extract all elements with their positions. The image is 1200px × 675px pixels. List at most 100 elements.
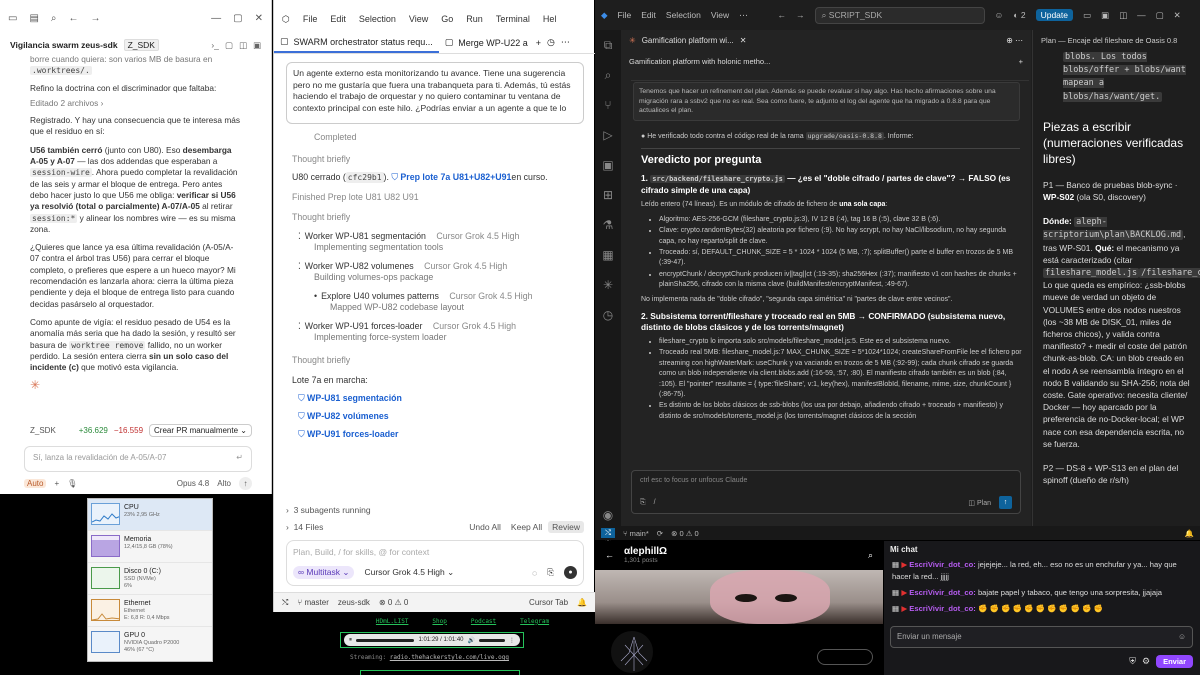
menu-edit[interactable]: Edit: [641, 10, 656, 20]
tm-memory[interactable]: Memoria 12,4/15,8 GB (78%): [88, 531, 212, 563]
history-icon[interactable]: ◷: [547, 37, 555, 48]
shield-icon[interactable]: ⛨: [1129, 656, 1136, 667]
back-icon[interactable]: ←: [778, 10, 787, 20]
menu-edit[interactable]: Edit: [330, 14, 346, 24]
chat-user[interactable]: EscriVivir_dot_co:: [909, 588, 976, 597]
chat-user[interactable]: EscriVivir_dot_co:: [909, 560, 976, 569]
menu-go[interactable]: Go: [441, 14, 453, 24]
keep-all-button[interactable]: Keep All: [511, 522, 542, 532]
explorer-icon[interactable]: ⧉: [595, 30, 621, 60]
stream-url[interactable]: radio.thehackerstyle.com/live.ogg: [390, 654, 509, 661]
menu-file[interactable]: File: [303, 14, 318, 24]
attach-icon[interactable]: ⎘: [640, 499, 646, 507]
prep-link[interactable]: ⛉ Prep lote 7a U81+U82+U91: [391, 172, 511, 183]
files-toggle[interactable]: › 14 Files: [286, 522, 323, 532]
enter-icon[interactable]: ↵: [236, 453, 243, 462]
command-center[interactable]: ⌕ SCRIPT_SDK: [814, 6, 985, 24]
copilot-icon[interactable]: ☺: [995, 10, 1004, 20]
tab-merge[interactable]: ▢ Merge WP-U22 a: [439, 33, 534, 52]
tm-gpu[interactable]: GPU 0 NVIDIA Quadro P2000 46% (67 °C): [88, 627, 212, 659]
docker-icon[interactable]: ▦: [595, 240, 621, 270]
pause-icon[interactable]: ⏸: [349, 637, 352, 644]
lote-item-u81[interactable]: ⛉ WP-U81 segmentación: [292, 389, 588, 407]
more-icon[interactable]: ⋯: [561, 37, 570, 48]
thought-2[interactable]: Thought briefly: [292, 208, 588, 226]
remote-explorer-icon[interactable]: ▣: [595, 150, 621, 180]
source-control-icon[interactable]: ⑂: [595, 90, 621, 120]
forward-icon[interactable]: →: [91, 13, 101, 24]
nav-shop[interactable]: Shop: [432, 618, 446, 625]
menu-run[interactable]: Run: [466, 14, 483, 24]
project-tag[interactable]: Z_SDK: [123, 39, 159, 51]
volume-icon[interactable]: 🔊: [468, 637, 475, 644]
mode-selector[interactable]: ∞ Multitask ⌄: [293, 566, 355, 579]
back-arrow-icon[interactable]: ←: [605, 550, 614, 560]
user-message[interactable]: Un agente externo esta monitorizando tu …: [286, 62, 584, 124]
message-input[interactable]: Sí, lanza la revalidación de A-05/A-07 ↵: [24, 446, 252, 472]
search-icon[interactable]: ⌕: [595, 60, 621, 90]
volume-slider[interactable]: [479, 638, 505, 642]
testing-icon[interactable]: ⚗: [595, 210, 621, 240]
mic-icon[interactable]: 🎙: [67, 479, 77, 488]
undo-all-button[interactable]: Undo All: [469, 522, 501, 532]
cursor-tab-status[interactable]: Cursor Tab: [529, 598, 568, 607]
new-chat-icon[interactable]: +: [536, 38, 541, 48]
menu-selection[interactable]: Selection: [666, 10, 701, 20]
forward-icon[interactable]: →: [796, 10, 805, 20]
search-icon[interactable]: ⌕: [51, 13, 57, 24]
notification-icon[interactable]: 🔔: [1185, 529, 1194, 538]
terminal-icon[interactable]: ›_: [211, 40, 219, 50]
minimize-icon[interactable]: —: [1137, 10, 1146, 20]
menu-help[interactable]: Hel: [543, 14, 557, 24]
sidebar-toggle-icon[interactable]: ▭: [8, 13, 17, 24]
agent-u91[interactable]: ⁚ Worker WP-U91 forces-loader Cursor Grok…: [292, 321, 588, 343]
search-icon[interactable]: ⌕: [868, 550, 873, 561]
timeline-icon[interactable]: ◷: [595, 300, 621, 330]
branch-status[interactable]: ⑂ master: [297, 598, 328, 607]
player-more-icon[interactable]: ⋮: [509, 637, 515, 644]
create-pr-button[interactable]: Crear PR manualmente ⌄: [149, 423, 252, 437]
agent-u40[interactable]: • Explore U40 volumes patterns Cursor Gro…: [292, 291, 588, 313]
nav-podcast[interactable]: Podcast: [471, 618, 496, 625]
bell-icon[interactable]: 🔔: [577, 598, 587, 607]
finished-line[interactable]: Finished Prep lote U81 U82 U91: [292, 188, 588, 206]
workspace-status[interactable]: zeus-sdk: [338, 598, 370, 607]
tm-ethernet[interactable]: Ethernet Ethernet E: 6,8 R: 0,4 Mbps: [88, 595, 212, 627]
agent-u82[interactable]: ⁚ Worker WP-U82 volumenes Cursor Grok 4.5…: [292, 261, 588, 283]
tab-swarm[interactable]: ▢ SWARM orchestrator status requ...: [274, 32, 439, 53]
agent-u81[interactable]: ⁚ Worker WP-U81 segmentación Cursor Grok …: [292, 231, 588, 253]
nav-list[interactable]: HDmL.LIST: [376, 618, 409, 625]
effort-selector[interactable]: Alto: [217, 479, 231, 488]
layout-icon[interactable]: ▣: [253, 40, 261, 51]
chat-user[interactable]: EscriVivir_dot_co:: [909, 604, 976, 613]
edited-files[interactable]: Editado 2 archivos ›: [30, 98, 241, 109]
profile-avatar[interactable]: [609, 629, 655, 675]
sidebar-icon[interactable]: ▤: [29, 13, 38, 24]
sync-icon[interactable]: ⟳: [657, 529, 663, 538]
panel-actions-icon[interactable]: ⊕ ⋯: [1006, 36, 1023, 45]
plan-tab[interactable]: Plan — Encaje del fileshare de Oasis 0.8: [1033, 30, 1200, 50]
tm-cpu[interactable]: CPU 23% 2,95 GHz: [88, 499, 212, 531]
review-button[interactable]: Review: [548, 521, 584, 533]
split-icon[interactable]: ◫: [239, 40, 247, 51]
menu-view[interactable]: View: [409, 14, 428, 24]
more-menu-icon[interactable]: ⋯: [739, 10, 748, 21]
remote-icon[interactable]: ⤭: [282, 598, 288, 608]
send-icon[interactable]: ↑: [239, 476, 252, 490]
settings-icon[interactable]: ⚙: [1142, 656, 1150, 667]
sidebar-icon[interactable]: ◫: [1119, 10, 1127, 21]
extensions-icon[interactable]: ⊞: [595, 180, 621, 210]
slash-icon[interactable]: /: [654, 499, 656, 506]
thought-1[interactable]: Thought briefly: [292, 150, 588, 168]
model-selector[interactable]: Cursor Grok 4.5 High ⌄: [364, 567, 454, 578]
problems-status[interactable]: ⊗ 0 ⚠ 0: [379, 598, 408, 607]
menu-view[interactable]: View: [711, 10, 729, 20]
close-icon[interactable]: ✕: [255, 13, 263, 24]
layout-icon[interactable]: ▭: [1083, 10, 1091, 21]
close-icon[interactable]: ✕: [1174, 10, 1181, 21]
menu-selection[interactable]: Selection: [359, 14, 396, 24]
run-debug-icon[interactable]: ▷: [595, 120, 621, 150]
claude-icon[interactable]: ✳: [595, 270, 621, 300]
editor-tab[interactable]: ✳ Gamification platform wi... ✕ ⊕ ⋯: [621, 30, 1031, 50]
maximize-icon[interactable]: ▢: [233, 13, 242, 24]
